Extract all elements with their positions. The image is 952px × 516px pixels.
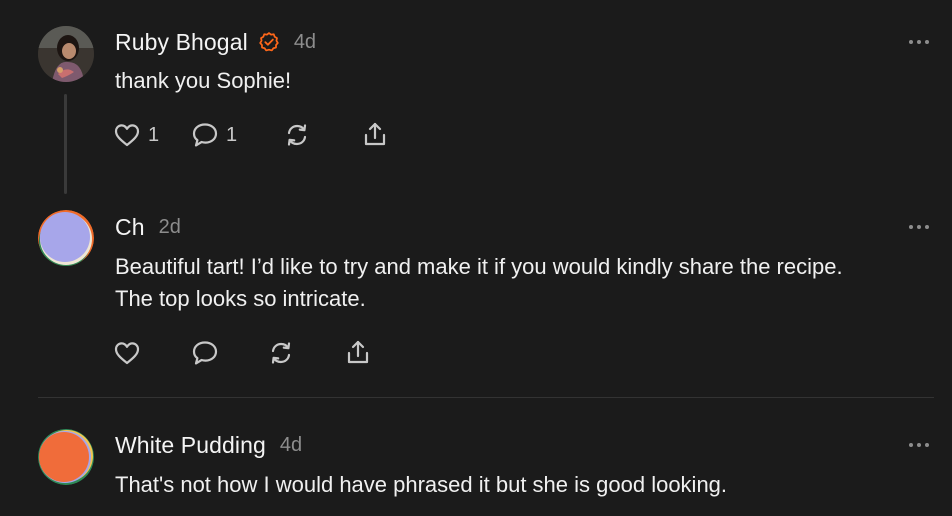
comment-text: thank you Sophie! [115, 68, 292, 93]
avatar-gradient [38, 429, 94, 485]
comment-ruby: Ruby Bhogal 4d thank you Sophie! 1 1 [0, 0, 952, 200]
action-bar: 1 1 [112, 120, 390, 150]
comment-header: White Pudding 4d [115, 430, 302, 460]
author-name[interactable]: Ch [115, 214, 145, 241]
like-button[interactable] [112, 338, 190, 368]
share-button[interactable] [343, 338, 373, 368]
comment-white-pudding: White Pudding 4d That's not how I would … [0, 398, 952, 516]
thread-line [64, 94, 67, 194]
timestamp: 4d [279, 433, 303, 456]
author-name[interactable]: Ruby Bhogal [115, 29, 248, 56]
more-dots-icon[interactable] [908, 441, 930, 449]
comment-text-line: Beautiful tart! I’d like to try and make… [115, 254, 843, 279]
share-button[interactable] [360, 120, 390, 150]
timestamp: 2d [158, 215, 181, 238]
author-name[interactable]: White Pudding [115, 432, 266, 459]
heart-icon [114, 124, 140, 147]
comment-header: Ruby Bhogal 4d [115, 27, 316, 57]
action-bar [112, 338, 373, 368]
comment-bubble-icon [192, 123, 218, 147]
like-count: 1 [148, 123, 160, 146]
comment-text-line: The top looks so intricate. [115, 286, 366, 311]
verified-check-icon [259, 32, 279, 52]
share-icon [364, 122, 386, 146]
restack-button[interactable] [266, 338, 343, 368]
reply-button[interactable]: 1 [190, 120, 282, 150]
timestamp: 4d [293, 30, 317, 53]
avatar[interactable] [38, 26, 94, 82]
comment-text: That's not how I would have phrased it b… [115, 472, 728, 497]
share-icon [347, 340, 369, 364]
comment-bubble-icon [192, 341, 218, 365]
restack-icon [271, 342, 291, 364]
avatar-photo [38, 26, 94, 82]
reply-button[interactable] [190, 338, 266, 368]
more-dots-icon[interactable] [908, 38, 930, 46]
heart-icon [114, 342, 140, 365]
comment-ch: Ch 2d Beautiful tart! I’d like to try an… [0, 200, 952, 396]
comment-feed: Ruby Bhogal 4d thank you Sophie! 1 1 Ch … [0, 0, 952, 516]
more-dots-icon[interactable] [908, 223, 930, 231]
reply-count: 1 [226, 123, 238, 146]
restack-button[interactable] [282, 120, 360, 150]
avatar[interactable] [38, 429, 94, 485]
comment-text: Beautiful tart! I’d like to try and make… [115, 251, 935, 315]
like-button[interactable]: 1 [112, 120, 190, 150]
avatar[interactable] [38, 210, 94, 266]
restack-icon [287, 124, 307, 146]
comment-header: Ch 2d [115, 212, 181, 242]
avatar-gradient [38, 210, 94, 266]
